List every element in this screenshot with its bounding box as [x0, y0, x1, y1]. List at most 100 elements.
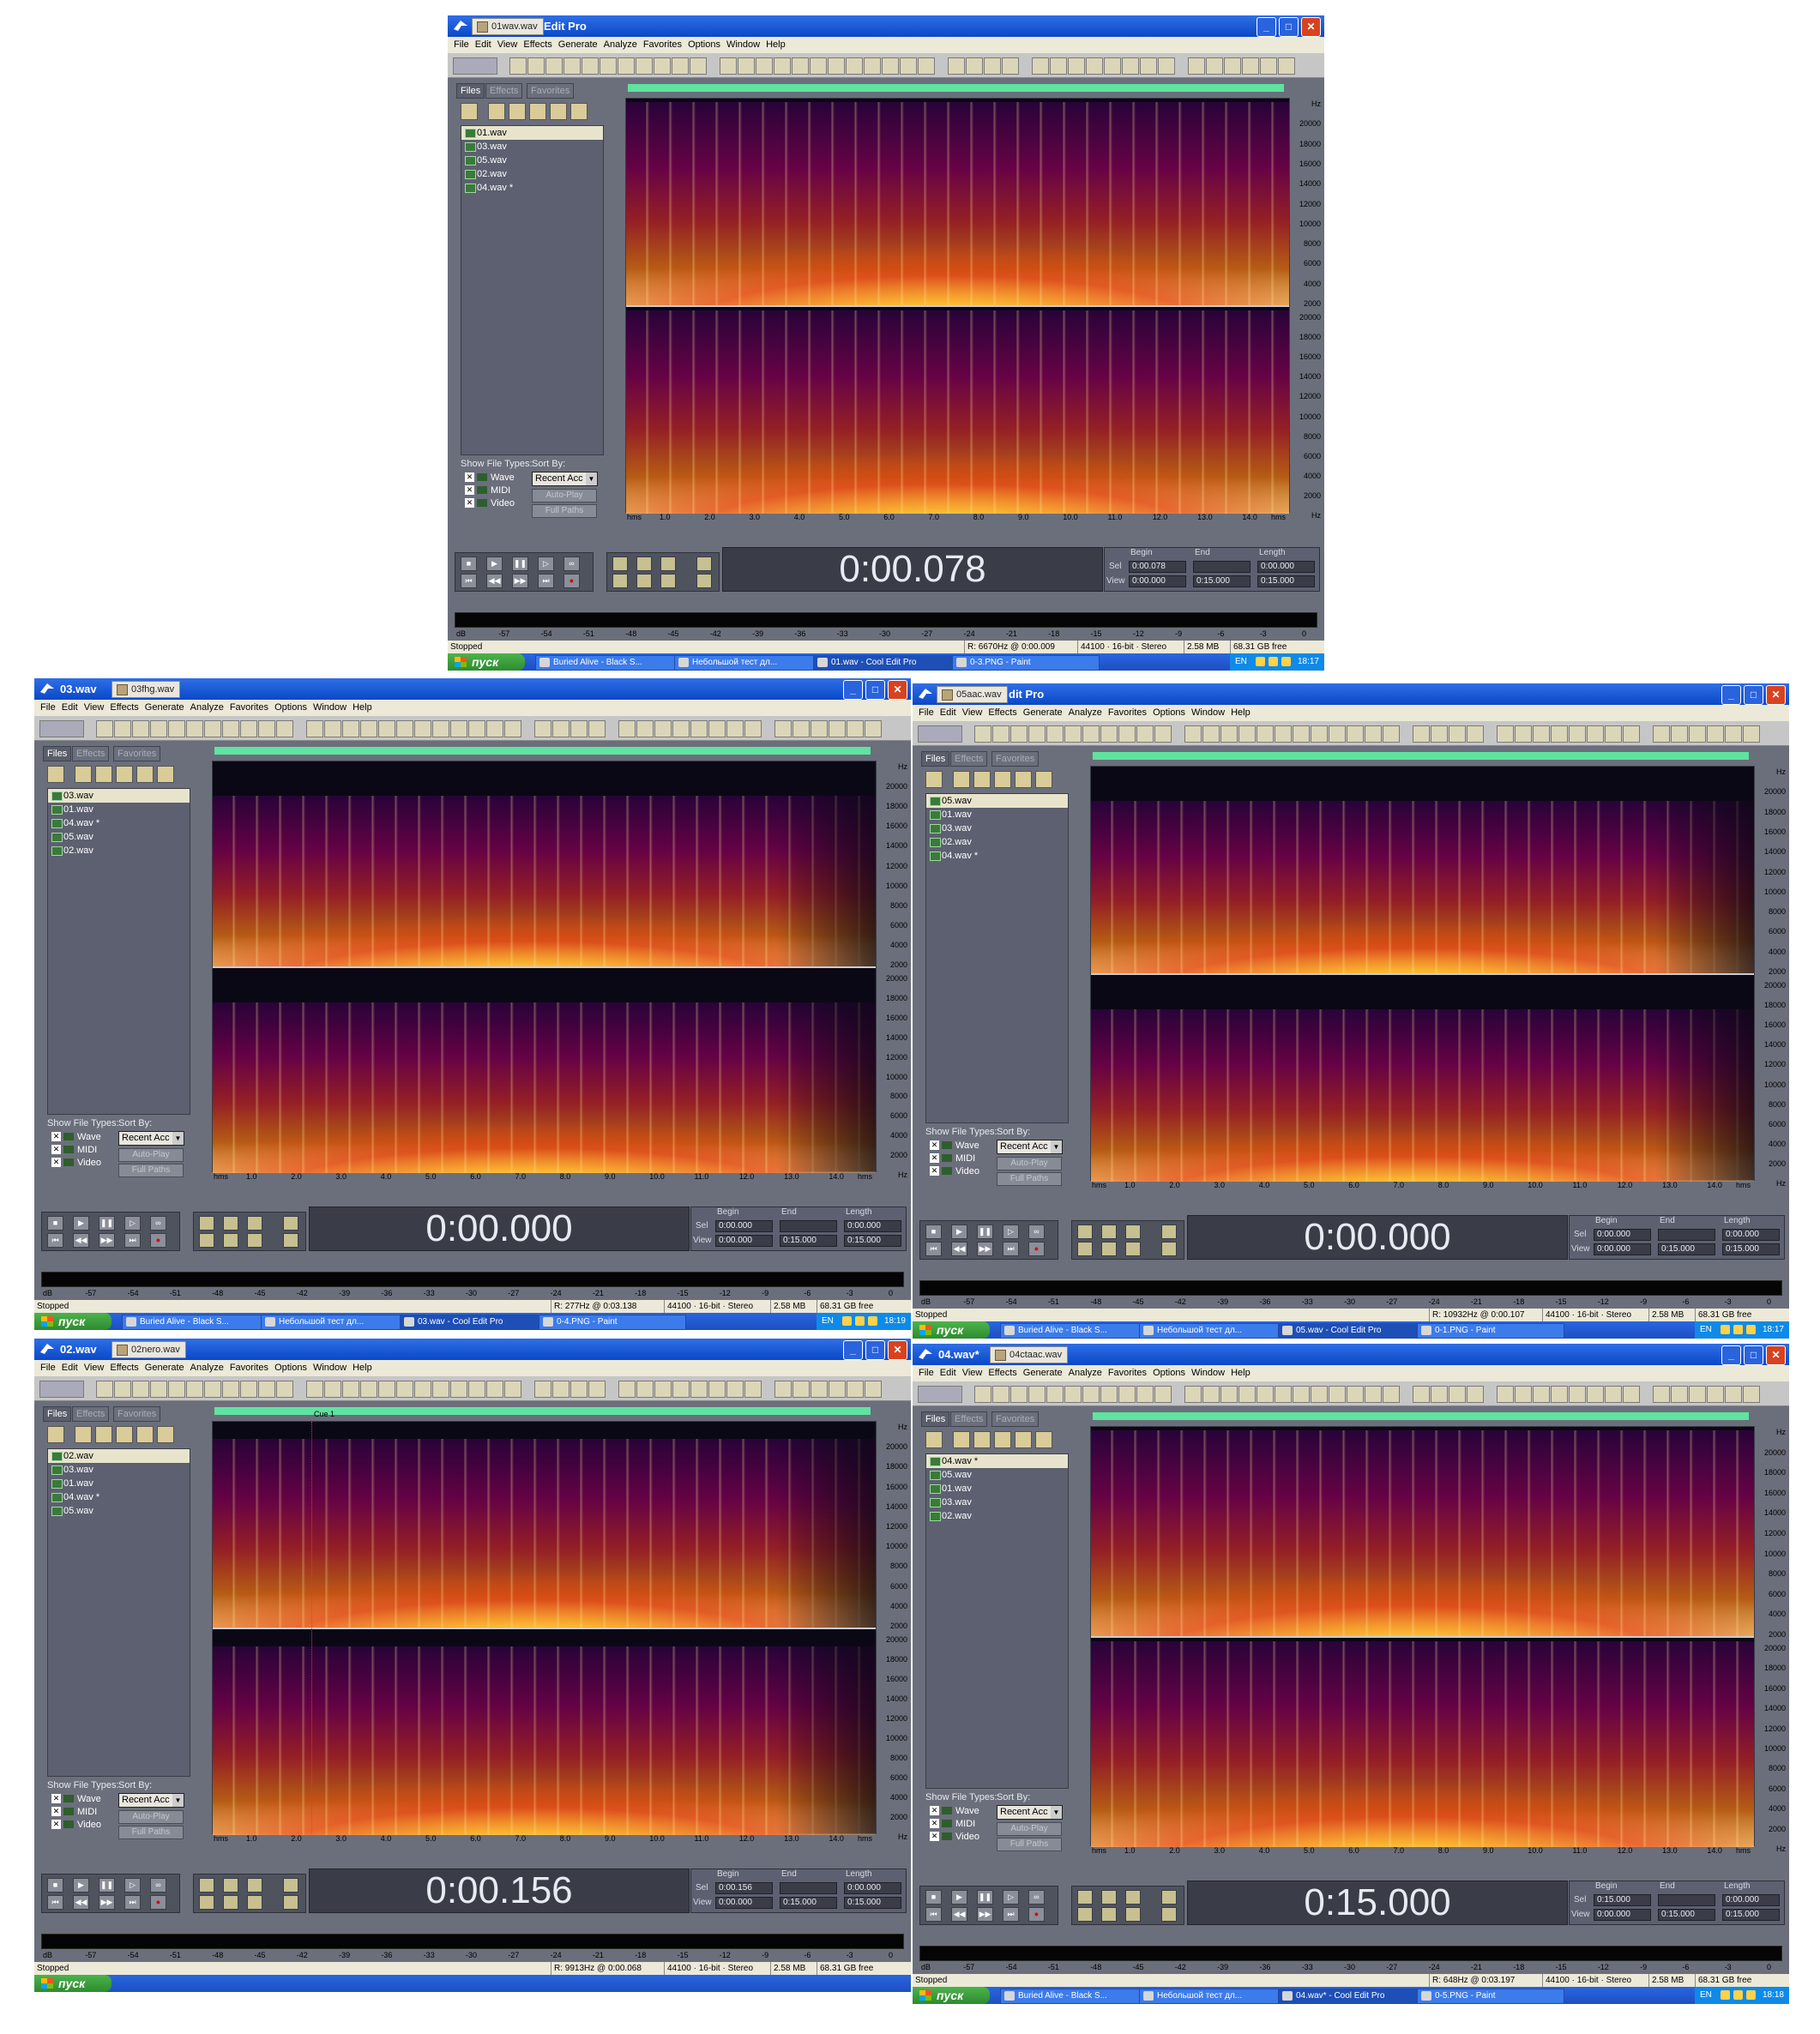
toolbar-tool-icon[interactable]	[690, 57, 707, 75]
maximize-icon[interactable]: □	[865, 1340, 885, 1360]
title-bar[interactable]: 05aac.wav dit Pro _ □ ✕	[913, 683, 1789, 705]
menu-item-edit[interactable]: Edit	[940, 707, 956, 718]
list-item[interactable]: 02.wav	[48, 1449, 190, 1463]
list-item[interactable]: 02.wav	[926, 1509, 1068, 1523]
toolbar-tool-icon[interactable]	[1605, 1386, 1622, 1403]
list-item[interactable]: 04.wav *	[48, 1490, 190, 1504]
toolbar-tool-icon[interactable]	[1623, 1386, 1640, 1403]
toolbar-tool-icon[interactable]	[756, 57, 773, 75]
toolbar-tool-icon[interactable]	[1365, 1386, 1382, 1403]
menu-item-edit[interactable]: Edit	[62, 1363, 78, 1373]
toolbar-tool-icon[interactable]	[1725, 1386, 1742, 1403]
toolbar-tool-icon[interactable]	[1154, 1386, 1172, 1403]
toolbar-tool-icon[interactable]	[948, 57, 965, 75]
zoom-selection-icon[interactable]	[612, 574, 628, 588]
toolbar-tool-icon[interactable]	[882, 57, 899, 75]
toolbar-tool-icon[interactable]	[1743, 1386, 1760, 1403]
view-length-field[interactable]: 0:15.000	[1722, 1909, 1780, 1921]
go-to-start-icon[interactable]: ⏮	[47, 1895, 63, 1910]
cue-marker[interactable]	[311, 1422, 313, 1833]
language-indicator[interactable]: EN	[1700, 1321, 1712, 1339]
menu-item-options[interactable]: Options	[1153, 707, 1185, 718]
toolbar-tool-icon[interactable]	[1569, 725, 1586, 743]
toolbar-tool-icon[interactable]	[1329, 1386, 1346, 1403]
taskbar-button[interactable]: Небольшой тест дл...	[674, 655, 822, 671]
open-file-icon[interactable]	[47, 766, 64, 783]
start-button[interactable]: пуск	[913, 1321, 990, 1339]
insert-icon[interactable]	[95, 1426, 112, 1443]
toolbar-tool-icon[interactable]	[1497, 1386, 1514, 1403]
sel-end-field[interactable]	[1193, 561, 1250, 573]
close-file-icon[interactable]	[994, 771, 1011, 788]
auto-play-button[interactable]: Auto-Play	[118, 1148, 184, 1162]
tray-icon[interactable]	[1746, 1990, 1756, 2000]
pause-icon[interactable]: ❚❚	[977, 1890, 993, 1905]
sel-end-field[interactable]	[1658, 1229, 1715, 1241]
toolbar-tool-icon[interactable]	[1136, 1386, 1154, 1403]
minimize-icon[interactable]: _	[1721, 685, 1741, 705]
toolbar-tool-icon[interactable]	[1100, 725, 1118, 743]
toolbar-tool-icon[interactable]	[396, 1381, 413, 1398]
document-tab[interactable]: 01wav.wav	[472, 18, 544, 35]
toolbar-tool-icon[interactable]	[774, 720, 792, 737]
help-icon[interactable]	[1035, 1431, 1052, 1448]
document-tab[interactable]: 02nero.wav	[111, 1341, 186, 1358]
go-to-end-icon[interactable]: ⏭	[1003, 1907, 1019, 1922]
right-channel-spectrogram[interactable]	[1091, 1641, 1754, 1847]
fast-forward-icon[interactable]: ▶▶	[512, 574, 528, 588]
maximize-icon[interactable]: □	[1744, 1345, 1763, 1365]
tab-files[interactable]: Files	[921, 751, 950, 767]
stop-icon[interactable]: ■	[47, 1878, 63, 1893]
full-paths-button[interactable]: Full Paths	[118, 1826, 184, 1839]
menu-item-window[interactable]: Window	[1191, 1368, 1225, 1378]
close-icon[interactable]: ✕	[888, 1340, 907, 1360]
overview-bar[interactable]	[628, 84, 1284, 92]
toolbar-tool-icon[interactable]	[276, 720, 293, 737]
zoom-left-icon[interactable]	[636, 574, 652, 588]
toolbar-tool-icon[interactable]	[570, 1381, 588, 1398]
toolbar-tool-icon[interactable]	[792, 1381, 810, 1398]
close-file-icon[interactable]	[116, 766, 133, 783]
menu-item-effects[interactable]: Effects	[523, 39, 551, 50]
tab-effects[interactable]: Effects	[950, 1411, 988, 1427]
menu-item-view[interactable]: View	[962, 707, 983, 718]
rewind-icon[interactable]: ◀◀	[73, 1895, 89, 1910]
toolbar-tool-icon[interactable]	[545, 57, 563, 75]
toolbar-tool-icon[interactable]	[1671, 725, 1688, 743]
sort-select[interactable]: Recent Acc ▼	[118, 1131, 184, 1146]
file-type-checkbox[interactable]: Video	[930, 1832, 979, 1842]
help-icon[interactable]	[157, 1426, 174, 1443]
toolbar-tool-icon[interactable]	[1104, 57, 1121, 75]
list-item[interactable]: 01.wav	[48, 803, 190, 816]
toolbar-tool-icon[interactable]	[1431, 725, 1448, 743]
folder-icon[interactable]	[953, 771, 970, 788]
close-icon[interactable]: ✕	[1766, 685, 1786, 705]
toolbar-tool-icon[interactable]	[1068, 57, 1085, 75]
toolbar-tool-icon[interactable]	[1118, 1386, 1136, 1403]
view-begin-field[interactable]: 0:00.000	[715, 1235, 773, 1247]
zoom-in-icon[interactable]	[1077, 1890, 1093, 1905]
toolbar-tool-icon[interactable]	[1347, 725, 1364, 743]
list-item[interactable]: 04.wav *	[48, 816, 190, 830]
sel-end-field[interactable]	[780, 1220, 837, 1232]
toolbar-tool-icon[interactable]	[792, 57, 809, 75]
list-item[interactable]: 05.wav	[461, 153, 603, 167]
list-item[interactable]: 05.wav	[48, 1504, 190, 1518]
toolbar-tool-icon[interactable]	[1533, 725, 1550, 743]
full-paths-button[interactable]: Full Paths	[118, 1164, 184, 1177]
toolbar-tool-icon[interactable]	[504, 1381, 521, 1398]
minimize-icon[interactable]: _	[1721, 1345, 1741, 1365]
menu-item-favorites[interactable]: Favorites	[1108, 1368, 1147, 1378]
zoom-full-icon[interactable]	[1125, 1890, 1141, 1905]
toolbar-tool-icon[interactable]	[600, 57, 617, 75]
toolbar-tool-icon[interactable]	[1028, 1386, 1046, 1403]
sel-end-field[interactable]	[780, 1882, 837, 1894]
list-item[interactable]: 03.wav	[461, 140, 603, 153]
tray-icon[interactable]	[868, 1316, 877, 1326]
taskbar-button[interactable]: Buried Alive - Black S...	[1000, 1989, 1148, 2004]
taskbar-button[interactable]: 0-1.PNG - Paint	[1417, 1323, 1564, 1339]
menu-item-file[interactable]: File	[919, 707, 934, 718]
list-item[interactable]: 03.wav	[48, 1463, 190, 1477]
folder-icon[interactable]	[953, 1431, 970, 1448]
toolbar-tool-icon[interactable]	[1689, 1386, 1706, 1403]
